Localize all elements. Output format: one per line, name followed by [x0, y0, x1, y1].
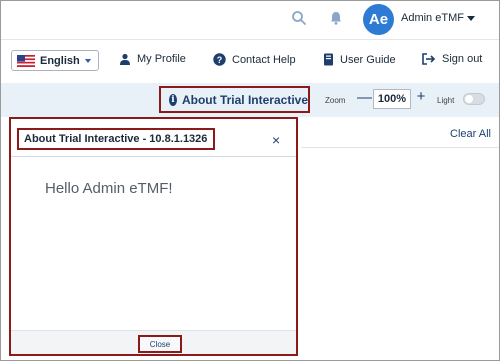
close-button[interactable]: Close [138, 335, 182, 353]
chevron-down-icon [85, 59, 91, 63]
svg-text:?: ? [217, 55, 223, 65]
user-menu[interactable]: Admin eTMF [401, 12, 475, 24]
my-profile-link[interactable]: My Profile [119, 53, 186, 65]
user-icon [120, 53, 130, 65]
sign-out-link[interactable]: Sign out [422, 53, 482, 65]
us-flag-icon [17, 54, 35, 67]
user-name: Admin eTMF [401, 12, 464, 24]
user-guide-link[interactable]: User Guide [323, 53, 396, 66]
nav-bar: English My Profile ? Contact Help User G… [1, 39, 499, 83]
welcome-message: Hello Admin eTMF! [45, 180, 173, 197]
zoom-in-button[interactable]: + [415, 88, 427, 105]
language-select[interactable]: English [11, 50, 99, 71]
avatar[interactable]: Ae [363, 4, 394, 35]
toolbar: i About Trial Interactive Zoom — 100% + … [1, 83, 499, 117]
divider [301, 147, 499, 148]
book-icon [324, 53, 333, 66]
close-icon[interactable]: × [272, 133, 280, 147]
dialog-body: Hello Admin eTMF! [11, 158, 296, 330]
dialog-title: About Trial Interactive - 10.8.1.1326 [17, 128, 215, 150]
user-guide-label: User Guide [340, 53, 396, 66]
toggle-knob [465, 95, 473, 103]
top-bar: Ae Admin eTMF [1, 1, 499, 39]
dialog-header: About Trial Interactive - 10.8.1.1326 × [11, 119, 296, 157]
light-mode-label: Light [437, 96, 455, 105]
about-label: About Trial Interactive [181, 92, 308, 107]
light-mode-toggle[interactable] [463, 93, 485, 105]
clear-all-link[interactable]: Clear All [450, 128, 491, 140]
info-icon: i [169, 93, 177, 106]
chevron-down-icon [466, 15, 475, 21]
my-profile-label: My Profile [137, 53, 186, 65]
sign-out-label: Sign out [442, 53, 483, 65]
bell-icon[interactable] [328, 10, 344, 26]
contact-help-label: Contact Help [232, 53, 296, 66]
language-label: English [40, 54, 80, 67]
zoom-out-button[interactable]: — [357, 89, 372, 106]
about-dialog: About Trial Interactive - 10.8.1.1326 × … [9, 117, 298, 356]
app-window: Ae Admin eTMF English My Profile ? Conta… [0, 0, 500, 361]
search-icon[interactable] [291, 10, 307, 26]
sign-out-icon [422, 53, 436, 65]
help-icon: ? [213, 53, 226, 66]
about-trial-interactive-button[interactable]: i About Trial Interactive [159, 86, 310, 113]
zoom-label: Zoom [325, 96, 346, 105]
zoom-value-field[interactable]: 100% [373, 89, 411, 109]
contact-help-link[interactable]: ? Contact Help [213, 53, 296, 66]
dialog-footer: Close [11, 330, 296, 354]
